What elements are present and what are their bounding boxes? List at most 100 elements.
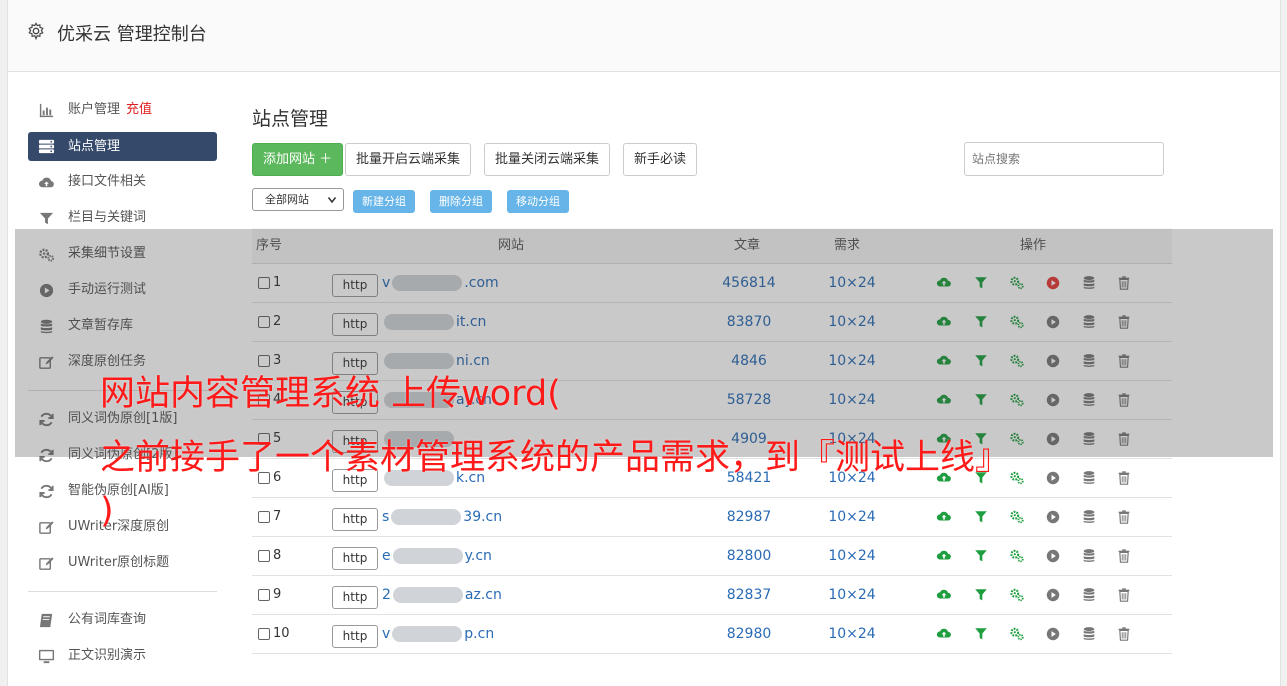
demand-link[interactable]: 10×24	[807, 587, 897, 603]
filter-icon	[39, 212, 54, 224]
site-search-input[interactable]	[964, 142, 1164, 176]
filter-icon[interactable]	[973, 587, 989, 603]
site-name-end: az.cn	[464, 587, 502, 603]
site-link[interactable]: s 39.cn	[382, 509, 502, 525]
row-checkbox[interactable]	[258, 628, 270, 640]
add-site-button[interactable]: 添加网站 ＋	[252, 143, 344, 176]
row-index: 10	[273, 626, 290, 641]
site-name-end: 39.cn	[463, 509, 503, 525]
group-select[interactable]: 全部网站	[252, 188, 344, 211]
filter-icon[interactable]	[973, 509, 989, 525]
filter-icon[interactable]	[973, 548, 989, 564]
sidebar-item-label: 站点管理	[68, 139, 121, 154]
cloud-upload-icon[interactable]	[936, 626, 952, 642]
batch-disable-cloud-button[interactable]: 批量关闭云端采集	[484, 143, 611, 176]
sidebar-item-label: 正文识别演示	[68, 648, 147, 663]
cloud-upload-icon[interactable]	[936, 548, 952, 564]
trash-icon[interactable]	[1116, 509, 1132, 525]
http-prefix-button[interactable]: http	[332, 586, 378, 609]
redacted-blur	[392, 587, 463, 603]
watermark-overlay	[15, 229, 1273, 457]
page-title: 站点管理	[252, 108, 329, 130]
http-prefix-button[interactable]: http	[332, 547, 378, 570]
row-checkbox[interactable]	[258, 589, 270, 601]
redacted-blur	[391, 509, 462, 525]
play-circle-icon[interactable]	[1045, 548, 1061, 564]
article-count-link[interactable]: 82980	[702, 626, 796, 642]
play-circle-icon[interactable]	[1045, 587, 1061, 603]
refresh-icon	[39, 484, 54, 498]
sidebar-item-0[interactable]: 账户管理 充值	[28, 92, 217, 128]
sidebar-item-label: 账户管理	[68, 102, 121, 117]
new-group-button[interactable]: 新建分组	[353, 190, 415, 213]
cloud-upload-icon[interactable]	[936, 587, 952, 603]
row-index: 8	[273, 548, 282, 563]
overlay-title-line3: )	[100, 491, 114, 531]
row-index: 7	[273, 509, 282, 524]
site-link[interactable]: v p.cn	[382, 626, 494, 642]
sidebar-item-11[interactable]: UWriter深度原创	[28, 509, 217, 545]
database-icon[interactable]	[1081, 548, 1097, 564]
database-icon[interactable]	[1081, 587, 1097, 603]
book-icon	[39, 613, 53, 627]
server-icon	[38, 139, 55, 154]
play-circle-icon[interactable]	[1045, 626, 1061, 642]
http-prefix-button[interactable]: http	[332, 508, 378, 531]
table-row: 8 http e y.cn 82800 10×24	[252, 537, 1172, 576]
app-title: 优采云 管理控制台	[57, 24, 207, 45]
row-checkbox[interactable]	[258, 511, 270, 523]
site-link[interactable]: 2 az.cn	[382, 587, 502, 603]
sidebar-item-13[interactable]: 公有词库查询	[28, 602, 217, 638]
sidebar-item-12[interactable]: UWriter原创标题	[28, 545, 217, 581]
demand-link[interactable]: 10×24	[807, 548, 897, 564]
header: 优采云 管理控制台	[8, 0, 1280, 72]
play-circle-icon[interactable]	[1045, 509, 1061, 525]
sidebar-item-2[interactable]: 接口文件相关	[28, 164, 217, 200]
filter-icon[interactable]	[973, 626, 989, 642]
edit-icon	[39, 556, 54, 570]
site-name-start: e	[382, 548, 391, 564]
newbie-guide-button[interactable]: 新手必读	[623, 143, 698, 176]
gears-icon[interactable]	[1009, 548, 1025, 564]
gears-icon[interactable]	[1009, 587, 1025, 603]
table-row: 10 http v p.cn 82980 10×24	[252, 615, 1172, 654]
table-row: 9 http 2 az.cn 82837 10×24	[252, 576, 1172, 615]
batch-enable-cloud-button[interactable]: 批量开启云端采集	[345, 143, 472, 176]
site-link[interactable]: e y.cn	[382, 548, 492, 564]
site-name-start: 2	[382, 587, 391, 603]
group-select-value: 全部网站	[265, 193, 309, 206]
sidebar-item-1[interactable]: 站点管理	[28, 132, 217, 161]
article-count-link[interactable]: 82987	[702, 509, 796, 525]
article-count-link[interactable]: 82800	[702, 548, 796, 564]
redacted-blur	[392, 548, 463, 564]
sidebar-divider	[28, 591, 217, 592]
play-circle-icon[interactable]	[1045, 470, 1061, 486]
article-count-link[interactable]: 82837	[702, 587, 796, 603]
overlay-title-line2: 之前接手了一个素材管理系统的产品需求，到『测试上线』	[100, 438, 1011, 478]
table-row: 7 http s 39.cn 82987 10×24	[252, 498, 1172, 537]
trash-icon[interactable]	[1116, 470, 1132, 486]
database-icon[interactable]	[1081, 509, 1097, 525]
recharge-link[interactable]: 充值	[126, 92, 152, 128]
database-icon[interactable]	[1081, 626, 1097, 642]
gears-icon[interactable]	[1009, 626, 1025, 642]
http-prefix-button[interactable]: http	[332, 625, 378, 648]
site-name-start: s	[382, 509, 390, 525]
trash-icon[interactable]	[1116, 548, 1132, 564]
demand-link[interactable]: 10×24	[807, 509, 897, 525]
row-checkbox[interactable]	[258, 550, 270, 562]
delete-group-button[interactable]: 删除分组	[430, 190, 492, 213]
site-name-start: v	[382, 626, 391, 642]
gears-icon[interactable]	[1009, 470, 1025, 486]
trash-icon[interactable]	[1116, 587, 1132, 603]
site-name-end: p.cn	[464, 626, 495, 642]
gears-icon[interactable]	[1009, 509, 1025, 525]
sidebar-item-label: 公有词库查询	[68, 612, 147, 627]
cloud-upload-icon	[38, 177, 54, 187]
move-group-button[interactable]: 移动分组	[507, 190, 569, 213]
database-icon[interactable]	[1081, 470, 1097, 486]
trash-icon[interactable]	[1116, 626, 1132, 642]
sidebar-item-14[interactable]: 正文识别演示	[28, 638, 217, 674]
demand-link[interactable]: 10×24	[807, 626, 897, 642]
cloud-upload-icon[interactable]	[936, 509, 952, 525]
